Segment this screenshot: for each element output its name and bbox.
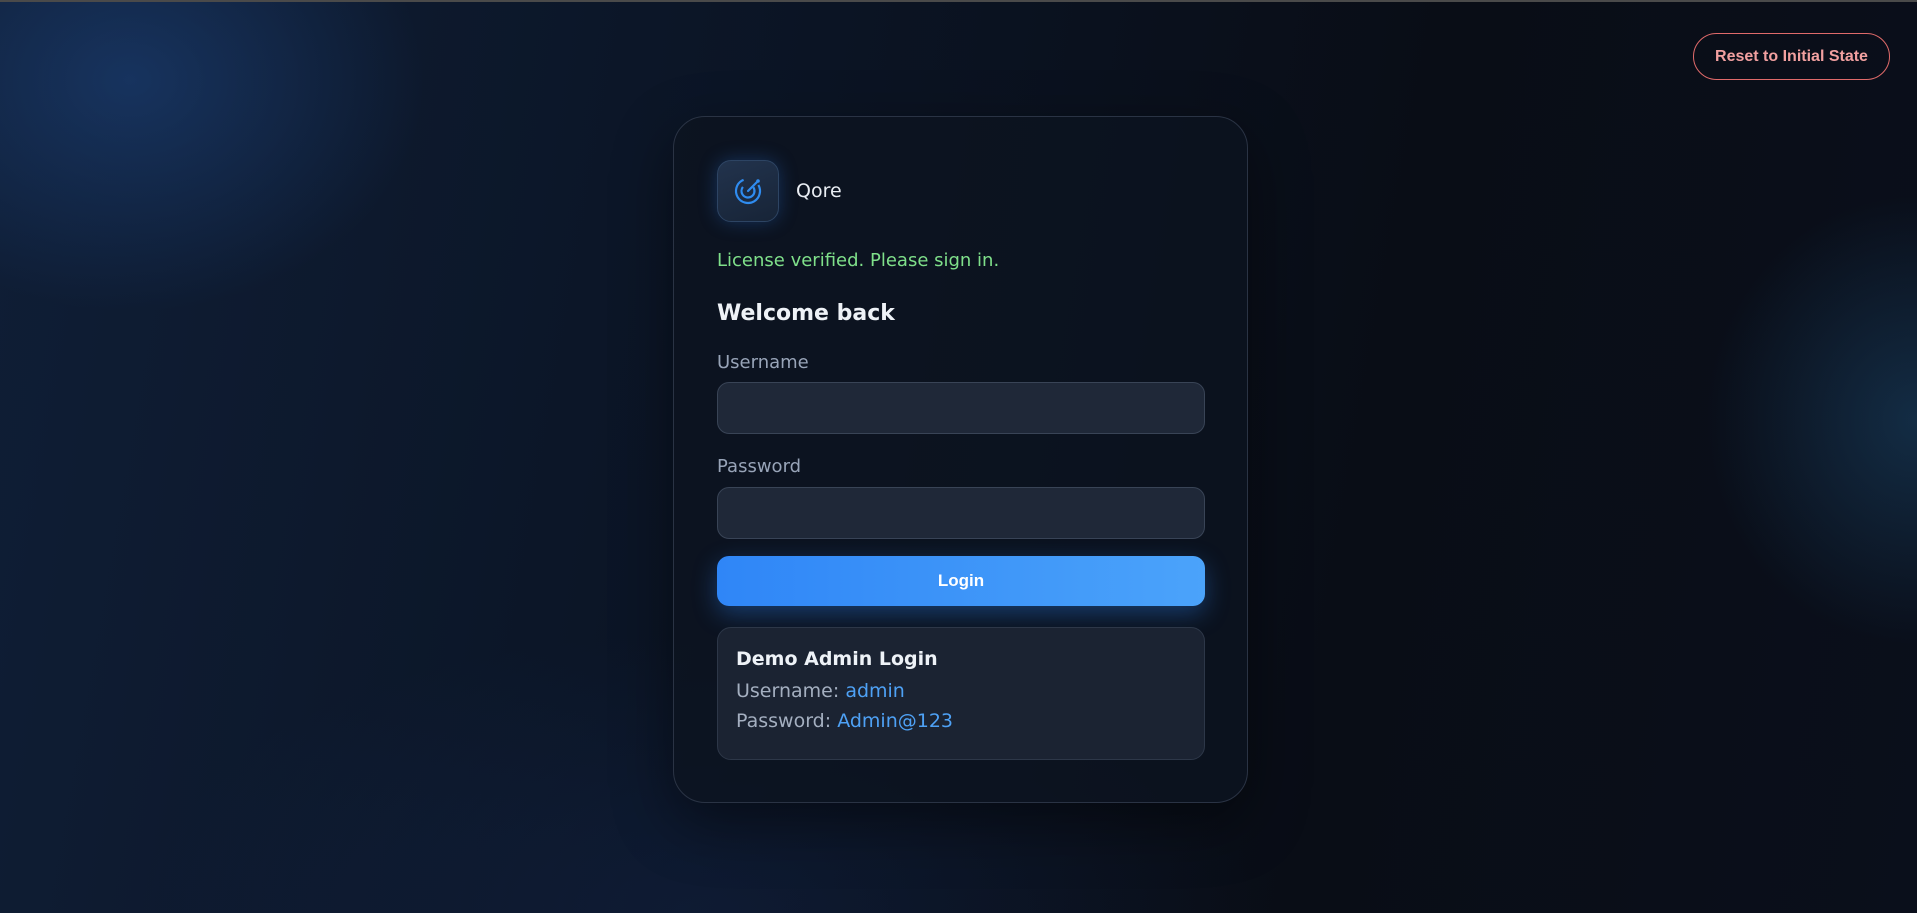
- top-border: [0, 0, 1917, 2]
- login-card: Qore License verified. Please sign in. W…: [673, 116, 1248, 803]
- logo: [717, 160, 779, 222]
- demo-password: Password: Admin@123: [736, 710, 1186, 732]
- status-message: License verified. Please sign in.: [717, 250, 1000, 271]
- demo-title: Demo Admin Login: [736, 648, 938, 670]
- brand: Qore: [717, 160, 842, 222]
- username-input[interactable]: [717, 382, 1205, 434]
- demo-credentials: Demo Admin Login Username: admin Passwor…: [717, 627, 1205, 760]
- demo-username: Username: admin: [736, 680, 1186, 702]
- demo-username-label: Username:: [736, 680, 840, 702]
- login-button[interactable]: Login: [717, 556, 1205, 606]
- demo-password-value: Admin@123: [837, 710, 954, 732]
- demo-password-label: Password:: [736, 710, 832, 732]
- brand-name: Qore: [796, 180, 842, 202]
- page-title: Welcome back: [717, 301, 895, 326]
- username-label: Username: [717, 352, 809, 373]
- reset-button[interactable]: Reset to Initial State: [1693, 33, 1890, 80]
- password-label: Password: [717, 456, 802, 477]
- demo-username-value: admin: [845, 680, 905, 702]
- radar-icon: [734, 177, 762, 205]
- password-input[interactable]: [717, 487, 1205, 539]
